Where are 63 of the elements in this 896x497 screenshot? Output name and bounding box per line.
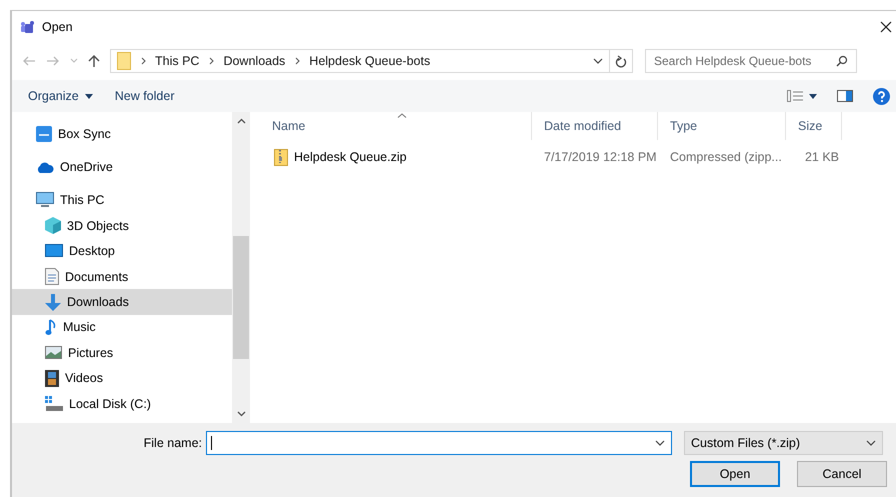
sidebar-item[interactable]: OneDrive bbox=[12, 154, 232, 180]
chevron-right-icon bbox=[141, 57, 146, 65]
monitor-icon bbox=[36, 192, 54, 208]
sidebar-item[interactable]: Music bbox=[12, 314, 232, 340]
open-button[interactable]: Open bbox=[690, 461, 780, 487]
file-type: Compressed (zipp... bbox=[670, 150, 782, 164]
sidebar-item[interactable]: Downloads bbox=[12, 289, 232, 315]
file-name: Helpdesk Queue.zip bbox=[294, 150, 407, 164]
sidebar-item[interactable]: Documents bbox=[12, 264, 232, 290]
breadcrumb-item[interactable]: This PC bbox=[155, 54, 200, 68]
zip-folder-icon bbox=[274, 148, 288, 166]
refresh-icon bbox=[615, 54, 627, 68]
sidebar-item[interactable]: Videos bbox=[12, 366, 232, 391]
search-icon bbox=[836, 55, 848, 67]
document-icon bbox=[45, 268, 59, 286]
file-name-field[interactable] bbox=[206, 431, 672, 455]
breadcrumb-item[interactable]: Downloads bbox=[223, 54, 286, 68]
new-folder-button[interactable]: New folder bbox=[106, 85, 182, 107]
chevron-right-icon bbox=[295, 57, 300, 65]
cancel-button[interactable]: Cancel bbox=[797, 461, 887, 487]
box-logo-icon bbox=[36, 126, 52, 142]
organize-button[interactable]: Organize bbox=[20, 85, 101, 107]
date-modified: 7/17/2019 12:18 PM bbox=[544, 150, 657, 164]
file-name-label: File name: bbox=[142, 436, 203, 450]
folder-icon bbox=[117, 52, 131, 70]
file-size: 21 KB bbox=[804, 150, 839, 164]
address-bar[interactable]: This PC Downloads Helpdesk Queue-bots bbox=[110, 49, 633, 73]
drive-icon bbox=[45, 396, 63, 412]
search-field[interactable]: Search Helpdesk Queue-bots bbox=[645, 49, 857, 73]
column-header[interactable]: Size bbox=[798, 119, 822, 133]
column-header[interactable]: Date modified bbox=[544, 119, 622, 133]
sidebar-item[interactable]: Box Sync bbox=[12, 121, 232, 146]
scroll-down-icon[interactable] bbox=[236, 411, 246, 417]
up-arrow-icon[interactable] bbox=[88, 54, 100, 68]
music-note-icon bbox=[45, 318, 57, 336]
scrollbar[interactable] bbox=[232, 112, 250, 423]
sidebar-item[interactable]: Local Disk (C:) bbox=[12, 390, 232, 416]
cube-icon bbox=[45, 217, 61, 234]
breadcrumb-item[interactable]: Helpdesk Queue-bots bbox=[309, 54, 430, 68]
scroll-up-icon[interactable] bbox=[236, 118, 246, 124]
sidebar-item[interactable]: This PC bbox=[12, 188, 232, 214]
column-header[interactable]: Type bbox=[670, 119, 698, 133]
cloud-icon bbox=[36, 162, 54, 173]
down-arrow-icon bbox=[45, 294, 61, 311]
film-icon bbox=[45, 370, 59, 387]
help-icon[interactable] bbox=[873, 88, 890, 104]
picture-icon bbox=[45, 346, 62, 360]
close-icon[interactable] bbox=[880, 20, 892, 32]
app-icon bbox=[20, 20, 36, 34]
sidebar-item[interactable]: Pictures bbox=[12, 340, 232, 366]
preview-pane-icon[interactable] bbox=[837, 90, 853, 102]
desktop-icon bbox=[45, 244, 63, 258]
chevron-right-icon bbox=[209, 57, 214, 65]
sidebar-item[interactable]: 3D Objects bbox=[12, 213, 232, 239]
window-title: Open bbox=[42, 20, 73, 34]
column-header[interactable]: Name bbox=[272, 119, 306, 133]
scrollbar-thumb[interactable] bbox=[233, 236, 249, 359]
caret-icon bbox=[84, 94, 93, 98]
view-options-icon[interactable] bbox=[787, 90, 803, 102]
caret-icon[interactable] bbox=[809, 94, 817, 98]
file-type-dropdown[interactable]: Custom Files (*.zip) bbox=[684, 431, 883, 455]
file-row[interactable]: Helpdesk Queue.zip 7/17/2019 12:18 PM Compressed (zipp... 21 KB bbox=[260, 140, 896, 174]
sidebar-item[interactable]: Desktop bbox=[12, 238, 232, 264]
